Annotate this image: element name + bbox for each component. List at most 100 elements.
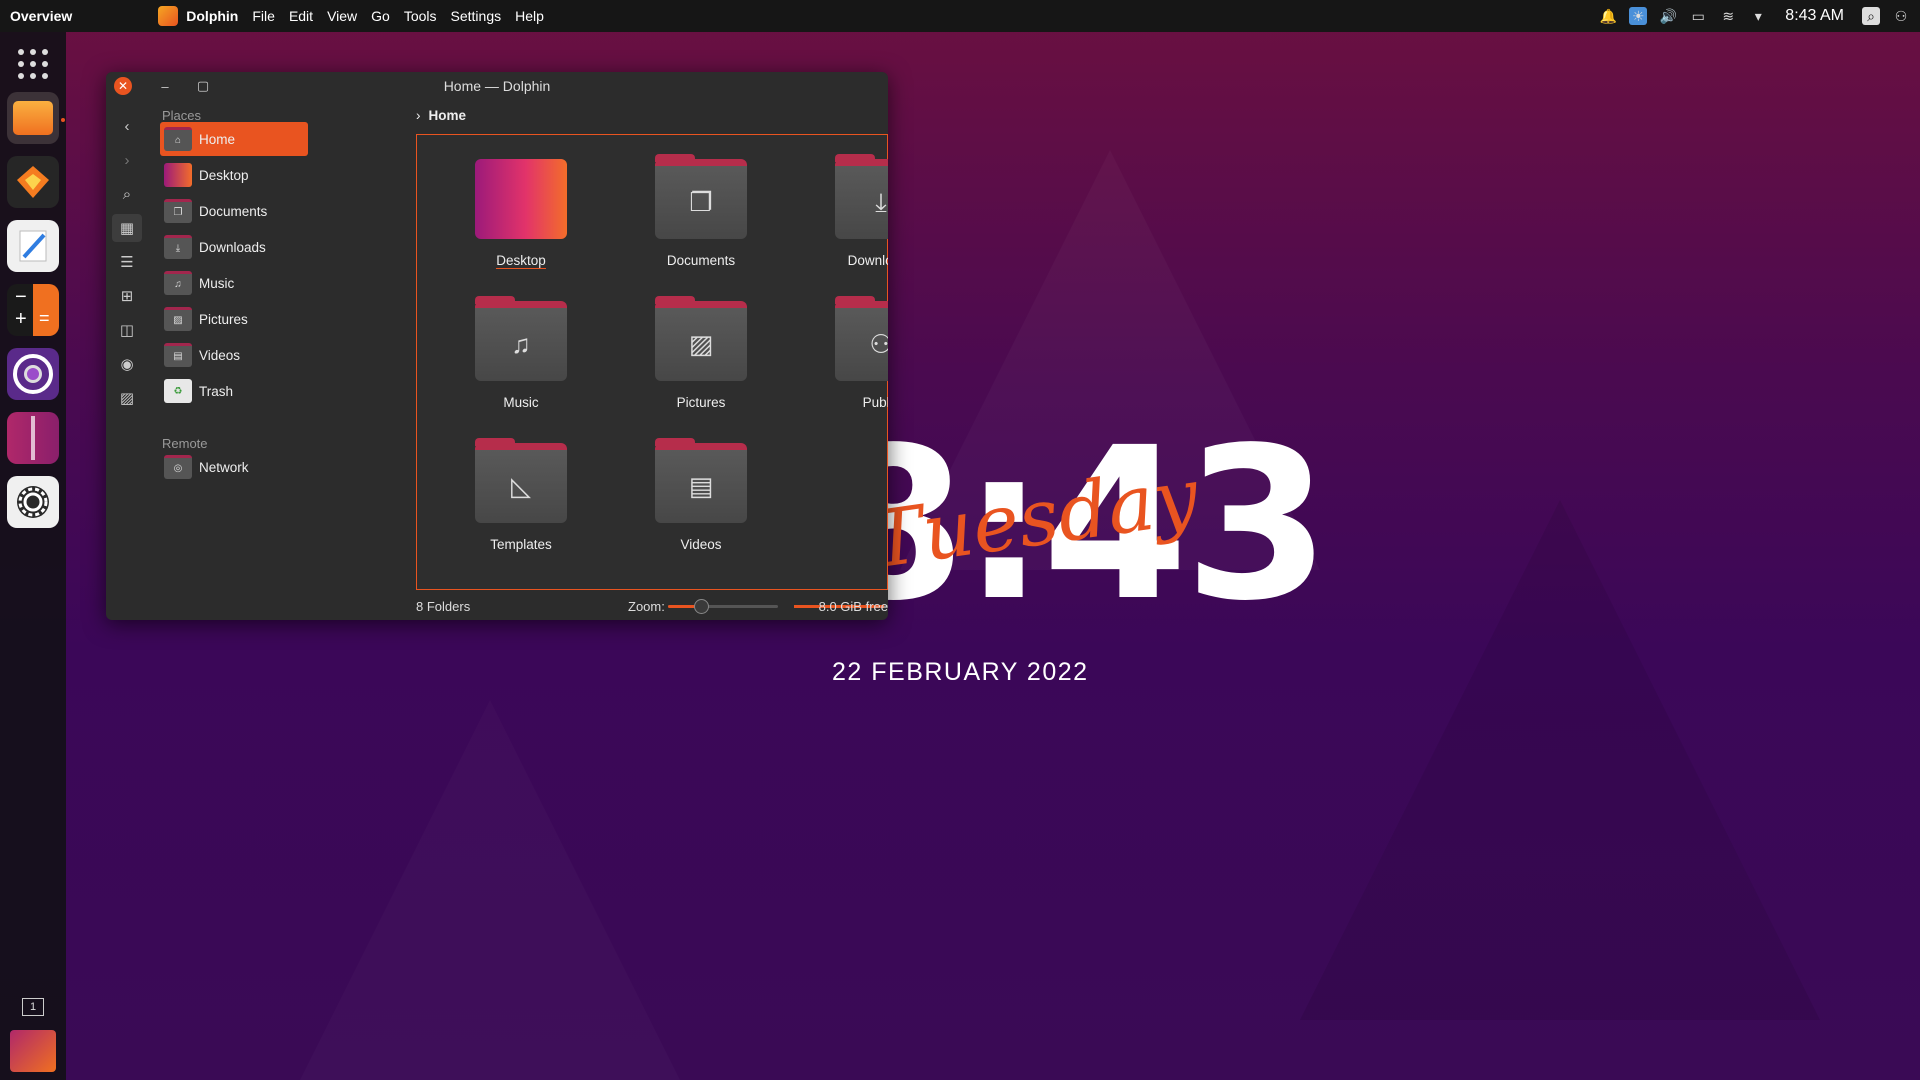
place-label: Network	[199, 459, 249, 475]
place-label: Pictures	[199, 311, 248, 327]
image-icon[interactable]: ▨	[112, 384, 142, 412]
remote-label: Remote	[162, 436, 208, 451]
settings-app-icon[interactable]	[7, 476, 59, 528]
documents-folder-icon: ❐	[164, 199, 192, 223]
details-view-icon[interactable]: ⊞	[112, 282, 142, 310]
back-icon[interactable]: ‹	[112, 112, 142, 140]
menu-edit[interactable]: Edit	[289, 8, 313, 24]
archive-app-icon[interactable]	[7, 412, 59, 464]
desktop-folder-icon	[475, 159, 567, 239]
wallpaper-shape	[300, 700, 680, 1080]
place-label: Home	[199, 131, 236, 147]
network-folder-icon: ◎	[164, 455, 192, 479]
hamburger-menu-icon[interactable]: ≡	[118, 616, 129, 620]
folder-templates[interactable]: ◺ Templates	[461, 431, 581, 571]
toolbar: ‹ › ⌕ ▦ ☰ ⊞ ◫ ◉ ▨ ≡	[106, 100, 148, 620]
menu-view[interactable]: View	[327, 8, 357, 24]
bell-icon[interactable]: 🔔	[1599, 7, 1617, 25]
place-label: Trash	[199, 383, 234, 399]
title-bar[interactable]: ✕ – ▢ Home — Dolphin	[106, 72, 888, 100]
menu-go[interactable]: Go	[371, 8, 390, 24]
menu-settings[interactable]: Settings	[451, 8, 502, 24]
breadcrumb-home[interactable]: Home	[429, 108, 467, 123]
clock[interactable]: 8:43 AM	[1785, 7, 1844, 25]
place-trash[interactable]: ♻ Trash	[160, 374, 308, 408]
chevron-right-icon: ›	[416, 108, 421, 123]
zoom-slider[interactable]	[668, 599, 778, 614]
files-app-icon[interactable]	[7, 92, 59, 144]
folder-count: 8 Folders	[416, 598, 471, 614]
search-icon[interactable]: ⌕	[112, 180, 142, 208]
place-music[interactable]: ♫ Music	[160, 266, 308, 300]
dolphin-window: ✕ – ▢ Home — Dolphin ‹ › ⌕ ▦ ☰ ⊞ ◫ ◉ ▨ ≡…	[106, 72, 888, 620]
place-network[interactable]: ◎ Network	[160, 450, 308, 484]
folder-view: Desktop ❐ Documents ⤓ Downloads ♫ Music …	[416, 134, 888, 590]
folder-public[interactable]: ⚇ Public	[821, 289, 888, 429]
battery-icon[interactable]: ▭	[1689, 7, 1707, 25]
videos-folder-icon: ▤	[655, 438, 747, 523]
volume-icon[interactable]: 🔊	[1659, 7, 1677, 25]
place-documents[interactable]: ❐ Documents	[160, 194, 308, 228]
folder-videos[interactable]: ▤ Videos	[641, 431, 761, 571]
compact-view-icon[interactable]: ☰	[112, 248, 142, 276]
place-pictures[interactable]: ▨ Pictures	[160, 302, 308, 336]
place-label: Documents	[199, 203, 268, 219]
place-downloads[interactable]: ⤓ Downloads	[160, 230, 308, 264]
icons-view-icon[interactable]: ▦	[112, 214, 142, 242]
user-icon[interactable]: ⚇	[1892, 7, 1910, 25]
place-home[interactable]: ⌂ Home	[160, 122, 308, 156]
downloads-folder-icon: ⤓	[164, 235, 192, 259]
folder-label: Desktop	[496, 253, 546, 269]
search-icon[interactable]: ⌕	[1862, 7, 1880, 25]
folder-label: Templates	[490, 537, 552, 552]
activities-button[interactable]: Overview	[0, 8, 82, 24]
menu-file[interactable]: File	[252, 8, 275, 24]
menu-tools[interactable]: Tools	[404, 8, 437, 24]
place-label: Music	[199, 275, 235, 291]
menu-help[interactable]: Help	[515, 8, 544, 24]
window-title: Home — Dolphin	[443, 78, 551, 94]
zoom-label: Zoom:	[628, 598, 665, 614]
place-videos[interactable]: ▤ Videos	[160, 338, 308, 372]
templates-folder-icon: ◺	[475, 438, 567, 523]
text-editor-app-icon[interactable]	[7, 220, 59, 272]
music-folder-icon: ♫	[164, 271, 192, 295]
places-panel: Places ⌂ Home Desktop ❐ Documents ⤓ Down…	[152, 100, 410, 620]
wifi-icon[interactable]: ≋	[1719, 7, 1737, 25]
folder-pictures[interactable]: ▨ Pictures	[641, 289, 761, 429]
place-label: Videos	[199, 347, 241, 363]
place-label: Desktop	[199, 167, 249, 183]
preview-icon[interactable]: ◉	[112, 350, 142, 378]
show-desktop-icon[interactable]	[10, 1030, 56, 1072]
place-desktop[interactable]: Desktop	[160, 158, 308, 192]
breadcrumb[interactable]: › Home	[416, 108, 466, 123]
folder-music[interactable]: ♫ Music	[461, 289, 581, 429]
place-label: Downloads	[199, 239, 266, 255]
forward-icon[interactable]: ›	[112, 146, 142, 174]
dock: − + = 1	[0, 32, 66, 1080]
workspace-indicator[interactable]: 1	[22, 998, 44, 1016]
folder-desktop[interactable]: Desktop	[461, 147, 581, 287]
folder-documents[interactable]: ❐ Documents	[641, 147, 761, 287]
top-bar: Overview Dolphin File Edit View Go Tools…	[0, 0, 1920, 32]
media-player-app-icon[interactable]	[7, 348, 59, 400]
app-menu[interactable]: Dolphin	[186, 8, 238, 24]
folder-label: Documents	[666, 253, 736, 268]
desktop-clock-date: 22 FEBRUARY 2022	[832, 658, 1089, 686]
app-grid-icon[interactable]	[7, 38, 59, 90]
folder-label: Videos	[680, 537, 722, 552]
chevron-down-icon[interactable]: ▾	[1749, 7, 1767, 25]
workspace-number: 1	[29, 1001, 37, 1013]
calculator-app-icon[interactable]: − + =	[7, 284, 59, 336]
weather-icon[interactable]: ☀	[1629, 7, 1648, 25]
folder-label: Music	[503, 395, 539, 410]
folder-label: Public	[862, 395, 888, 410]
pictures-folder-icon: ▨	[164, 307, 192, 331]
firefox-app-icon[interactable]	[7, 156, 59, 208]
videos-folder-icon: ▤	[164, 343, 192, 367]
zoom-slider-handle[interactable]	[694, 599, 709, 614]
folder-downloads[interactable]: ⤓ Downloads	[821, 147, 888, 287]
dolphin-app-icon	[158, 6, 179, 26]
wallpaper-shape	[1300, 500, 1820, 1020]
split-view-icon[interactable]: ◫	[112, 316, 142, 344]
